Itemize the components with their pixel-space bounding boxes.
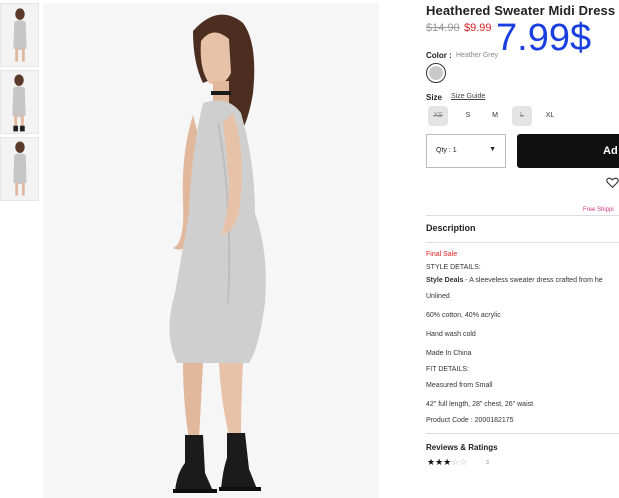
final-sale-label: Final Sale bbox=[426, 251, 458, 258]
size-option-l[interactable]: L bbox=[512, 106, 532, 126]
star-icon: ★ bbox=[427, 457, 436, 467]
fit-measurements: 42" full length, 28" chest, 26" waist bbox=[426, 401, 534, 408]
style-deals-text: - A sleeveless sweater dress crafted fro… bbox=[463, 277, 603, 284]
size-option-s[interactable]: S bbox=[458, 106, 478, 126]
thumbnail-1[interactable] bbox=[0, 3, 39, 67]
size-option-xl[interactable]: XL bbox=[540, 106, 560, 126]
add-to-bag-button[interactable]: Ad bbox=[517, 134, 619, 168]
size-guide-link[interactable]: Size Guide bbox=[451, 93, 485, 100]
product-main-image[interactable] bbox=[43, 3, 379, 498]
product-code: Product Code : 2000182175 bbox=[426, 417, 514, 424]
detail-lined: Unlined bbox=[426, 293, 450, 300]
star-icon: ★ bbox=[435, 457, 444, 467]
chevron-down-icon: ▼ bbox=[489, 146, 496, 153]
divider bbox=[426, 215, 619, 216]
add-to-bag-label: Ad bbox=[603, 145, 618, 157]
thumbnail-2-image bbox=[1, 71, 38, 133]
size-option-m[interactable]: M bbox=[485, 106, 505, 126]
size-option-xs[interactable]: XS bbox=[428, 106, 448, 126]
free-shipping-note: Free Shippi bbox=[583, 207, 614, 213]
style-deals-bold: Style Deals bbox=[426, 277, 464, 284]
divider bbox=[426, 242, 619, 243]
quantity-select[interactable]: Qty : 1 ▼ bbox=[426, 134, 506, 168]
description-heading[interactable]: Description bbox=[426, 223, 476, 233]
sale-price: $9.99 bbox=[464, 22, 492, 34]
detail-material: 60% cotton, 40% acrylic bbox=[426, 312, 501, 319]
divider bbox=[426, 433, 619, 434]
color-swatch-selected[interactable] bbox=[426, 63, 446, 83]
review-count: 3 bbox=[486, 460, 489, 466]
original-price: $14.90 bbox=[426, 22, 460, 34]
detail-care: Hand wash cold bbox=[426, 331, 476, 338]
thumbnail-3-image bbox=[1, 138, 38, 200]
fit-details-label: FIT DETAILS: bbox=[426, 366, 469, 373]
size-label: Size bbox=[426, 93, 443, 102]
thumbnail-3[interactable] bbox=[0, 137, 39, 201]
fit-measured: Measured from Small bbox=[426, 382, 493, 389]
product-title: Heathered Sweater Midi Dress bbox=[426, 3, 616, 18]
color-value: Heather Grey bbox=[456, 52, 499, 59]
heart-icon[interactable] bbox=[606, 176, 619, 189]
color-swatch-heather-grey bbox=[429, 66, 443, 80]
star-outline-icon: ☆ bbox=[459, 457, 468, 467]
style-deals-line: Style Deals - A sleeveless sweater dress… bbox=[426, 277, 603, 284]
quantity-value: Qty : 1 bbox=[436, 147, 457, 154]
style-details-label: STYLE DETAILS: bbox=[426, 264, 481, 271]
model-photo bbox=[43, 3, 379, 498]
detail-origin: Made In China bbox=[426, 350, 472, 357]
price-overlay-text: 7.99$ bbox=[496, 17, 592, 59]
reviews-heading[interactable]: Reviews & Ratings bbox=[426, 443, 498, 452]
thumbnail-1-image bbox=[1, 4, 38, 66]
thumbnail-2[interactable] bbox=[0, 70, 39, 134]
color-label: Color : bbox=[426, 51, 452, 60]
star-rating: ★★★☆☆ bbox=[427, 457, 467, 468]
